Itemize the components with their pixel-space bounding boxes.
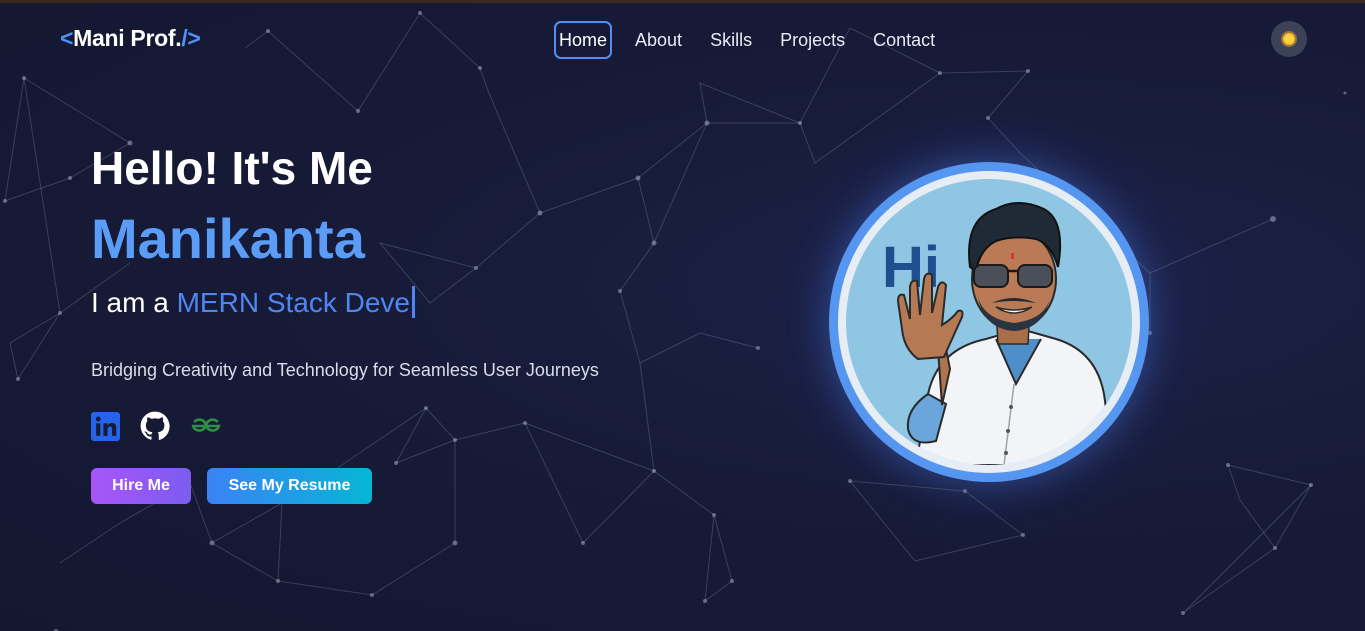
main-nav: Home About Skills Projects Contact [554, 21, 958, 59]
logo-close-bracket: /> [181, 25, 201, 51]
geeksforgeeks-icon [191, 418, 221, 432]
hire-me-button[interactable]: Hire Me [91, 468, 191, 504]
linkedin-link[interactable] [91, 411, 120, 441]
profile-avatar: Hi [829, 162, 1149, 482]
nav-item-home[interactable]: Home [554, 21, 613, 59]
logo-open-bracket: < [60, 25, 74, 51]
portfolio-page: <Mani Prof./> Home About Skills Projects… [0, 0, 1365, 631]
linkedin-icon [91, 411, 120, 441]
hero-name: Manikanta [91, 207, 365, 270]
logo-text: Mani Prof. [73, 25, 182, 51]
hero-tagline: Bridging Creativity and Technology for S… [91, 360, 599, 380]
theme-toggle-button[interactable] [1271, 21, 1307, 57]
nav-item-about[interactable]: About [630, 21, 687, 59]
role-prefix: I am a [91, 287, 177, 318]
nav-item-projects[interactable]: Projects [775, 21, 850, 59]
github-icon [140, 411, 170, 440]
hero-role: I am a MERN Stack Deve [91, 285, 415, 321]
sun-icon [1283, 33, 1295, 45]
nav-item-skills[interactable]: Skills [705, 21, 757, 59]
avatar-illustration: Hi [846, 179, 1132, 465]
site-logo[interactable]: <Mani Prof./> [60, 25, 201, 52]
social-links [91, 411, 242, 441]
geeksforgeeks-link[interactable] [190, 416, 222, 436]
see-resume-button[interactable]: See My Resume [207, 468, 372, 504]
hero-greeting: Hello! It's Me [91, 142, 373, 194]
role-typed-text: MERN Stack Deve [176, 287, 410, 318]
nav-item-contact[interactable]: Contact [868, 21, 940, 59]
typing-cursor [412, 286, 415, 318]
github-link[interactable] [140, 411, 170, 441]
